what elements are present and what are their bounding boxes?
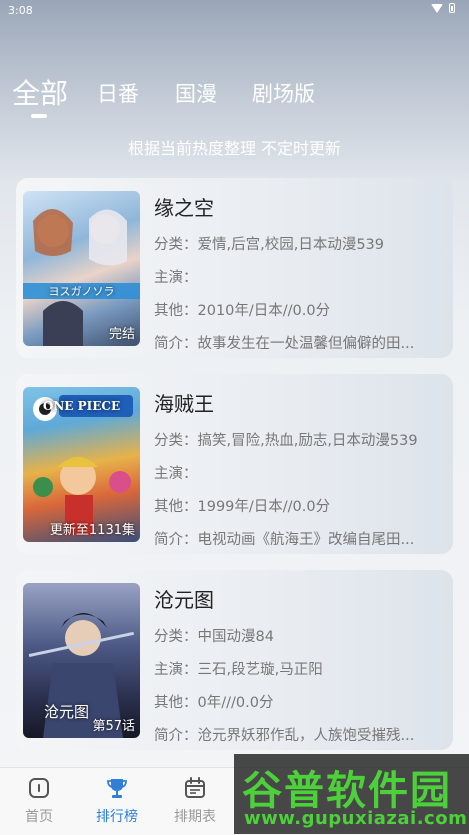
item-category: 分类：爱情,后宫,校园,日本动漫539	[154, 237, 385, 253]
item-summary: 简介：沧元界妖邪作乱，人族饱受摧残...	[154, 728, 415, 744]
poster-image: 沧元图 第57话	[23, 583, 140, 738]
battery-icon	[449, 3, 455, 13]
item-other: 其他：0年///0.0分	[154, 695, 274, 711]
status-icons	[431, 3, 455, 13]
item-category: 分类：搞笑,冒险,热血,励志,日本动漫539	[154, 433, 418, 449]
tab-indicator	[31, 114, 47, 118]
tab-chinese[interactable]: 国漫	[175, 78, 217, 108]
status-badge: 完结	[108, 327, 135, 342]
status-time: 3:08	[8, 4, 33, 17]
poster-image: ONE PIECE 更新至1131集	[23, 387, 140, 542]
nav-home-label: 首页	[25, 809, 53, 825]
home-icon	[29, 778, 49, 798]
category-tabs: 全部 日番 国漫 剧场版	[0, 72, 469, 122]
trophy-icon	[107, 779, 127, 798]
item-cast: 主演：	[154, 270, 198, 286]
status-badge: 更新至1131集	[49, 523, 135, 538]
nav-ranking[interactable]: 排行榜	[87, 776, 147, 826]
item-title: 缘之空	[154, 196, 214, 220]
nav-schedule[interactable]: 排期表	[165, 776, 225, 826]
wifi-icon	[431, 3, 443, 13]
item-summary: 简介：电视动画《航海王》改编自尾田...	[154, 532, 415, 548]
item-title: 海贼王	[154, 392, 214, 416]
status-badge: 第57话	[92, 719, 135, 734]
list-item[interactable]: 沧元图 第57话 沧元图 分类：中国动漫84 主演：三石,段艺璇,马正阳 其他：…	[16, 570, 453, 750]
item-other: 其他：1999年/日本//0.0分	[154, 499, 331, 515]
item-info: 沧元图 分类：中国动漫84 主演：三石,段艺璇,马正阳 其他：0年///0.0分…	[154, 584, 443, 745]
item-info: 海贼王 分类：搞笑,冒险,热血,励志,日本动漫539 主演： 其他：1999年/…	[154, 388, 443, 549]
item-summary: 简介：故事发生在一处温馨但偏僻的田...	[154, 336, 415, 352]
item-cast: 主演：	[154, 466, 198, 482]
list-item[interactable]: ONE PIECE 更新至1131集 海贼王 分类：搞笑,冒险,热血,励志,日本…	[16, 374, 453, 554]
nav-schedule-label: 排期表	[174, 809, 216, 825]
tab-japanese[interactable]: 日番	[97, 78, 139, 108]
ranking-subtitle: 根据当前热度整理 不定时更新	[127, 139, 342, 158]
nav-home[interactable]: 首页	[9, 776, 69, 826]
item-cast: 主演：三石,段艺璇,马正阳	[154, 662, 323, 678]
calendar-icon	[185, 777, 205, 798]
item-info: 缘之空 分类：爱情,后宫,校园,日本动漫539 主演： 其他：2010年/日本/…	[154, 192, 443, 353]
watermark-url: www.gupuxiazai.com	[244, 808, 468, 829]
item-other: 其他：2010年/日本//0.0分	[154, 303, 331, 319]
nav-ranking-label: 排行榜	[96, 809, 138, 825]
item-category: 分类：中国动漫84	[154, 629, 274, 645]
tab-movie[interactable]: 剧场版	[252, 78, 315, 108]
poster-title: ヨスガノソラ	[48, 285, 115, 298]
status-bar: 3:08	[0, 0, 469, 22]
poster-title: ONE PIECE	[42, 399, 121, 413]
tab-all[interactable]: 全部	[12, 72, 68, 112]
watermark: 谷普软件园 www.gupuxiazai.com	[234, 754, 469, 834]
poster-image: ヨスガノソラ 完结	[23, 191, 140, 346]
list-item[interactable]: ヨスガノソラ 完结 缘之空 分类：爱情,后宫,校园,日本动漫539 主演： 其他…	[16, 178, 453, 358]
item-title: 沧元图	[154, 588, 214, 612]
